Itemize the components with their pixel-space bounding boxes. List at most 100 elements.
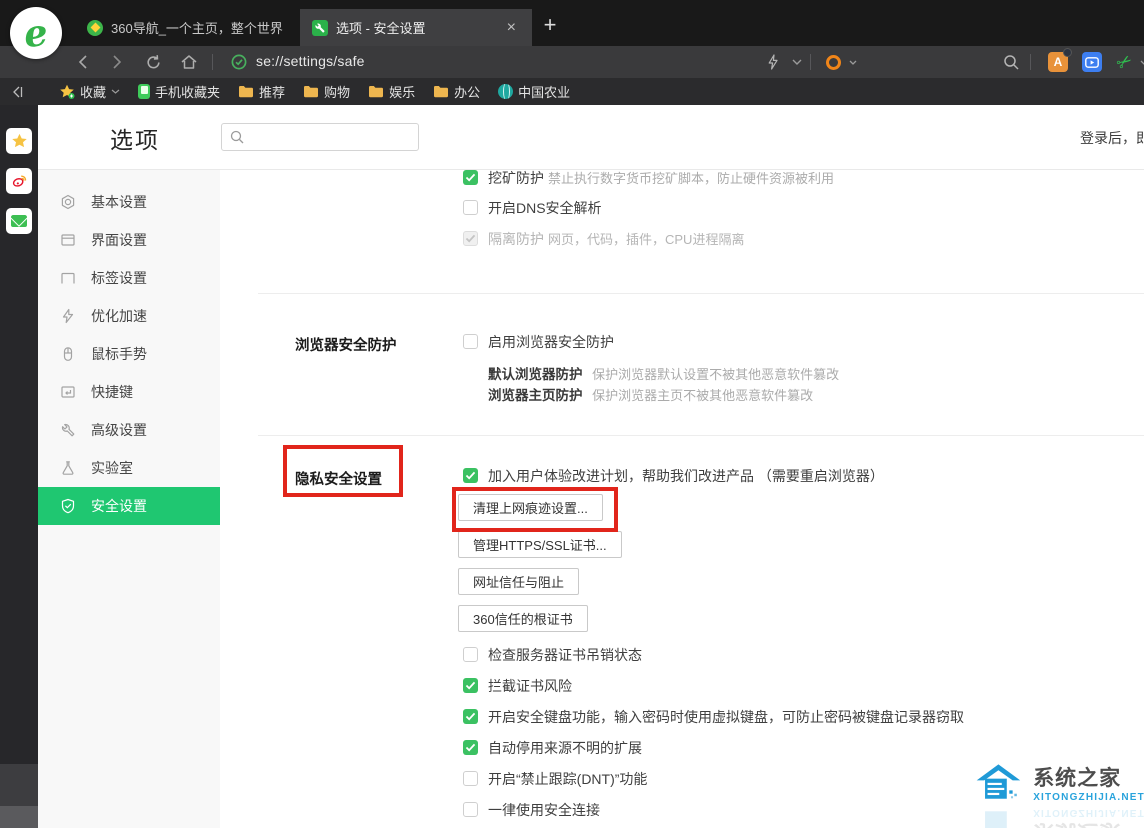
lightning-speed-icon[interactable] bbox=[760, 46, 786, 78]
subrow-homepage-protect: 浏览器主页防护 保护浏览器主页不被其他恶意软件篡改 bbox=[488, 388, 814, 403]
checkbox-dnt[interactable] bbox=[463, 771, 478, 786]
star-icon bbox=[60, 84, 75, 99]
lightning-icon bbox=[62, 308, 74, 324]
shield-check-icon bbox=[61, 498, 75, 514]
chevron-down-icon[interactable] bbox=[846, 46, 860, 78]
lock-badge-icon bbox=[1063, 48, 1072, 57]
bookmark-mobile-favorites[interactable]: 手机收藏夹 bbox=[138, 82, 220, 101]
section-divider bbox=[258, 435, 1144, 436]
forward-button[interactable] bbox=[104, 46, 130, 78]
manage-https-ssl-certs-button[interactable]: 管理HTTPS/SSL证书... bbox=[458, 531, 622, 558]
tab-bar: e 360导航_一个主页，整个世界 选项 - 安全设置 × + bbox=[0, 0, 1144, 59]
settings-search-input[interactable] bbox=[250, 129, 410, 145]
sidebar-item-security[interactable]: 安全设置 bbox=[38, 487, 220, 525]
bookmark-folder-office[interactable]: 办公 bbox=[433, 82, 480, 101]
favorites-sidebar-button[interactable] bbox=[6, 128, 32, 154]
checkbox-block-cert-risk[interactable] bbox=[463, 678, 478, 693]
bookmark-folder-recommend[interactable]: 推荐 bbox=[238, 82, 285, 101]
collapse-bookmarks-icon[interactable] bbox=[12, 86, 23, 98]
flask-icon bbox=[62, 461, 74, 475]
security-settings-panel: 挖矿防护 禁止执行数字货币挖矿脚本，防止硬件资源被利用 开启DNS安全解析 隔离防… bbox=[220, 170, 1144, 828]
checkbox-enable-browser-protect[interactable] bbox=[463, 334, 478, 349]
mail-button[interactable] bbox=[6, 208, 32, 234]
toolbar-divider bbox=[212, 54, 213, 70]
watermark-reflection: 系统之家 XITONGZHIJIA.NET bbox=[975, 806, 1144, 828]
new-tab-button[interactable]: + bbox=[538, 14, 562, 36]
search-icon[interactable] bbox=[998, 46, 1024, 78]
weibo-share-button[interactable] bbox=[6, 168, 32, 194]
setting-row-ux-plan: 加入用户体验改进计划，帮助我们改进产品 （需要重启浏览器） bbox=[463, 466, 884, 486]
bookmark-china-agri[interactable]: 中国农业 bbox=[498, 82, 570, 101]
setting-row-cert-revocation: 检查服务器证书吊销状态 bbox=[463, 645, 642, 665]
window-icon bbox=[61, 234, 75, 246]
tab-title: 选项 - 安全设置 bbox=[336, 21, 426, 36]
ad-block-extension-icon[interactable]: A bbox=[1048, 48, 1072, 72]
favorites-menu[interactable]: 收藏 bbox=[59, 82, 120, 101]
bookmark-folder-entertainment[interactable]: 娱乐 bbox=[368, 82, 415, 101]
browser-window: e 360导航_一个主页，整个世界 选项 - 安全设置 × + se://set… bbox=[0, 0, 1144, 828]
mail-icon bbox=[11, 215, 27, 227]
bookmark-folder-shopping[interactable]: 购物 bbox=[303, 82, 350, 101]
checkbox-safe-keyboard[interactable] bbox=[463, 709, 478, 724]
sidebar-item-mouse-gestures[interactable]: 鼠标手势 bbox=[38, 335, 220, 373]
settings-header: 选项 登录后，即 bbox=[38, 105, 1144, 170]
sidebar-item-lab[interactable]: 实验室 bbox=[38, 449, 220, 487]
gear-icon bbox=[61, 194, 75, 210]
search-icon bbox=[230, 130, 244, 144]
video-extension-icon[interactable] bbox=[1082, 52, 1102, 72]
tab-options-active[interactable]: 选项 - 安全设置 × bbox=[300, 9, 532, 46]
browser-logo[interactable]: e bbox=[10, 7, 62, 59]
address-bar-url[interactable]: se://settings/safe bbox=[256, 53, 365, 69]
chevron-down-icon bbox=[111, 89, 120, 94]
setting-row-block-cert-risk: 拦截证书风险 bbox=[463, 676, 572, 696]
sidebar-item-interface[interactable]: 界面设置 bbox=[38, 221, 220, 259]
sidebar-item-speed[interactable]: 优化加速 bbox=[38, 297, 220, 335]
sidebar-item-basic[interactable]: 基本设置 bbox=[38, 183, 220, 221]
url-trust-block-button[interactable]: 网址信任与阻止 bbox=[458, 568, 580, 595]
checkbox-dns-resolve[interactable] bbox=[463, 200, 478, 215]
mouse-icon bbox=[63, 347, 73, 361]
setting-row-enable-protect: 启用浏览器安全防护 bbox=[463, 332, 614, 352]
ad-letter: A bbox=[1053, 55, 1063, 69]
360-trusted-root-certs-button[interactable]: 360信任的根证书 bbox=[458, 605, 588, 632]
reload-button[interactable] bbox=[140, 46, 166, 78]
checkbox-ux-plan[interactable] bbox=[463, 468, 478, 483]
scissors-screenshot-icon[interactable]: ✂ bbox=[1112, 46, 1138, 78]
section-divider bbox=[258, 293, 1144, 294]
sidebar-item-tabs[interactable]: 标签设置 bbox=[38, 259, 220, 297]
tab-360-nav[interactable]: 360导航_一个主页，整个世界 bbox=[75, 9, 297, 46]
checkbox-secure-connection[interactable] bbox=[463, 802, 478, 817]
setting-row-dnt: 开启“禁止跟踪(DNT)”功能 bbox=[463, 769, 647, 789]
setting-row-safe-keyboard: 开启安全键盘功能，输入密码时使用虚拟键盘，可防止密码被键盘记录器窃取 bbox=[463, 707, 964, 727]
sidebar-item-advanced[interactable]: 高级设置 bbox=[38, 411, 220, 449]
globe-icon bbox=[498, 84, 514, 99]
watermark-site: XITONGZHIJIA.NET bbox=[1033, 791, 1144, 803]
setting-row-disable-unknown-ext: 自动停用来源不明的扩展 bbox=[463, 738, 642, 758]
settings-search-box[interactable] bbox=[221, 123, 419, 151]
chevron-down-icon[interactable] bbox=[1136, 46, 1144, 78]
wrench-icon bbox=[312, 19, 328, 36]
watermark: 系统之家 XITONGZHIJIA.NET 系统之家 XITONGZHIJIA.… bbox=[975, 760, 1144, 828]
tab-close-icon[interactable]: × bbox=[503, 18, 520, 38]
clear-traces-settings-button[interactable]: 清理上网痕迹设置... bbox=[458, 494, 603, 521]
side-toolbar bbox=[0, 105, 38, 828]
back-button[interactable] bbox=[70, 46, 96, 78]
star-icon bbox=[11, 133, 27, 148]
home-button[interactable] bbox=[176, 46, 202, 78]
checkbox-mining-protect[interactable] bbox=[463, 170, 478, 185]
checkbox-disable-unknown-ext[interactable] bbox=[463, 740, 478, 755]
side-toolbar-scroll-thumb[interactable] bbox=[0, 806, 38, 828]
setting-row-isolation: 隔离防护 网页，代码，插件，CPU进程隔离 bbox=[463, 229, 744, 249]
site-safety-shield-icon[interactable] bbox=[226, 46, 252, 78]
checkbox-cert-revocation[interactable] bbox=[463, 647, 478, 662]
nav-site-icon bbox=[87, 19, 103, 36]
bookmarks-bar: 收藏 手机收藏夹 推荐 购物 娱乐 办公 中国农业 bbox=[0, 78, 1144, 105]
setting-row-mining: 挖矿防护 禁止执行数字货币挖矿脚本，防止硬件资源被利用 bbox=[463, 168, 834, 188]
360-account-icon[interactable] bbox=[820, 46, 846, 78]
sidebar-item-hotkeys[interactable]: 快捷键 bbox=[38, 373, 220, 411]
toolbar-divider bbox=[1030, 54, 1031, 70]
favorites-label: 收藏 bbox=[80, 85, 107, 100]
chevron-down-icon[interactable] bbox=[784, 46, 810, 78]
section-label-browser-protect: 浏览器安全防护 bbox=[295, 338, 397, 354]
watermark-name: 系统之家 bbox=[1033, 766, 1122, 790]
